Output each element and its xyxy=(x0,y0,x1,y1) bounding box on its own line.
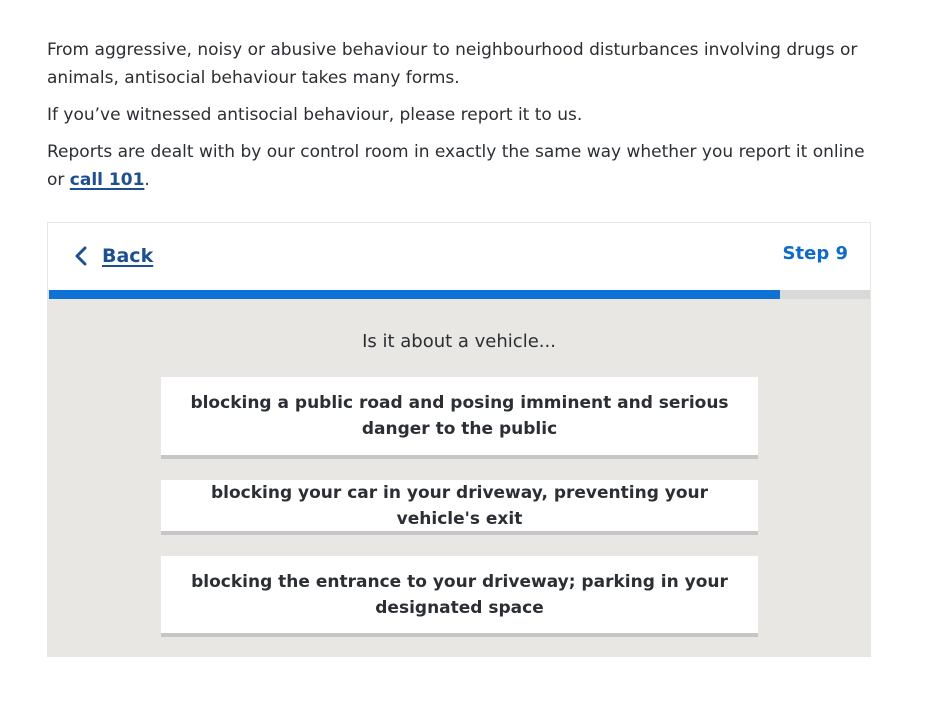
report-wizard: Back Step 9 Is it about a vehicle... blo… xyxy=(47,222,871,657)
progress-bar xyxy=(49,290,870,299)
call-101-link[interactable]: call 101 xyxy=(70,170,145,190)
back-button[interactable]: Back xyxy=(72,245,153,267)
question-text: Is it about a vehicle... xyxy=(362,331,556,352)
intro-paragraph-3: Reports are dealt with by our control ro… xyxy=(47,138,887,194)
option-blocking-car-in-driveway[interactable]: blocking your car in your driveway, prev… xyxy=(161,480,758,535)
option-public-road-danger[interactable]: blocking a public road and posing immine… xyxy=(161,377,758,459)
intro-paragraph-1: From aggressive, noisy or abusive behavi… xyxy=(47,40,858,88)
option-blocking-driveway-entrance[interactable]: blocking the entrance to your driveway; … xyxy=(161,556,758,637)
intro-paragraph-3-end: . xyxy=(144,170,150,190)
intro-paragraph-2: If you’ve witnessed antisocial behaviour… xyxy=(47,105,583,125)
back-label: Back xyxy=(102,245,154,267)
chevron-left-icon xyxy=(75,246,87,266)
intro-paragraph-3-text: Reports are dealt with by our control ro… xyxy=(47,142,865,190)
step-indicator: Step 9 xyxy=(782,243,848,264)
wizard-header: Back Step 9 xyxy=(48,223,870,290)
progress-bar-fill xyxy=(49,290,780,299)
intro-text: From aggressive, noisy or abusive behavi… xyxy=(47,36,887,203)
